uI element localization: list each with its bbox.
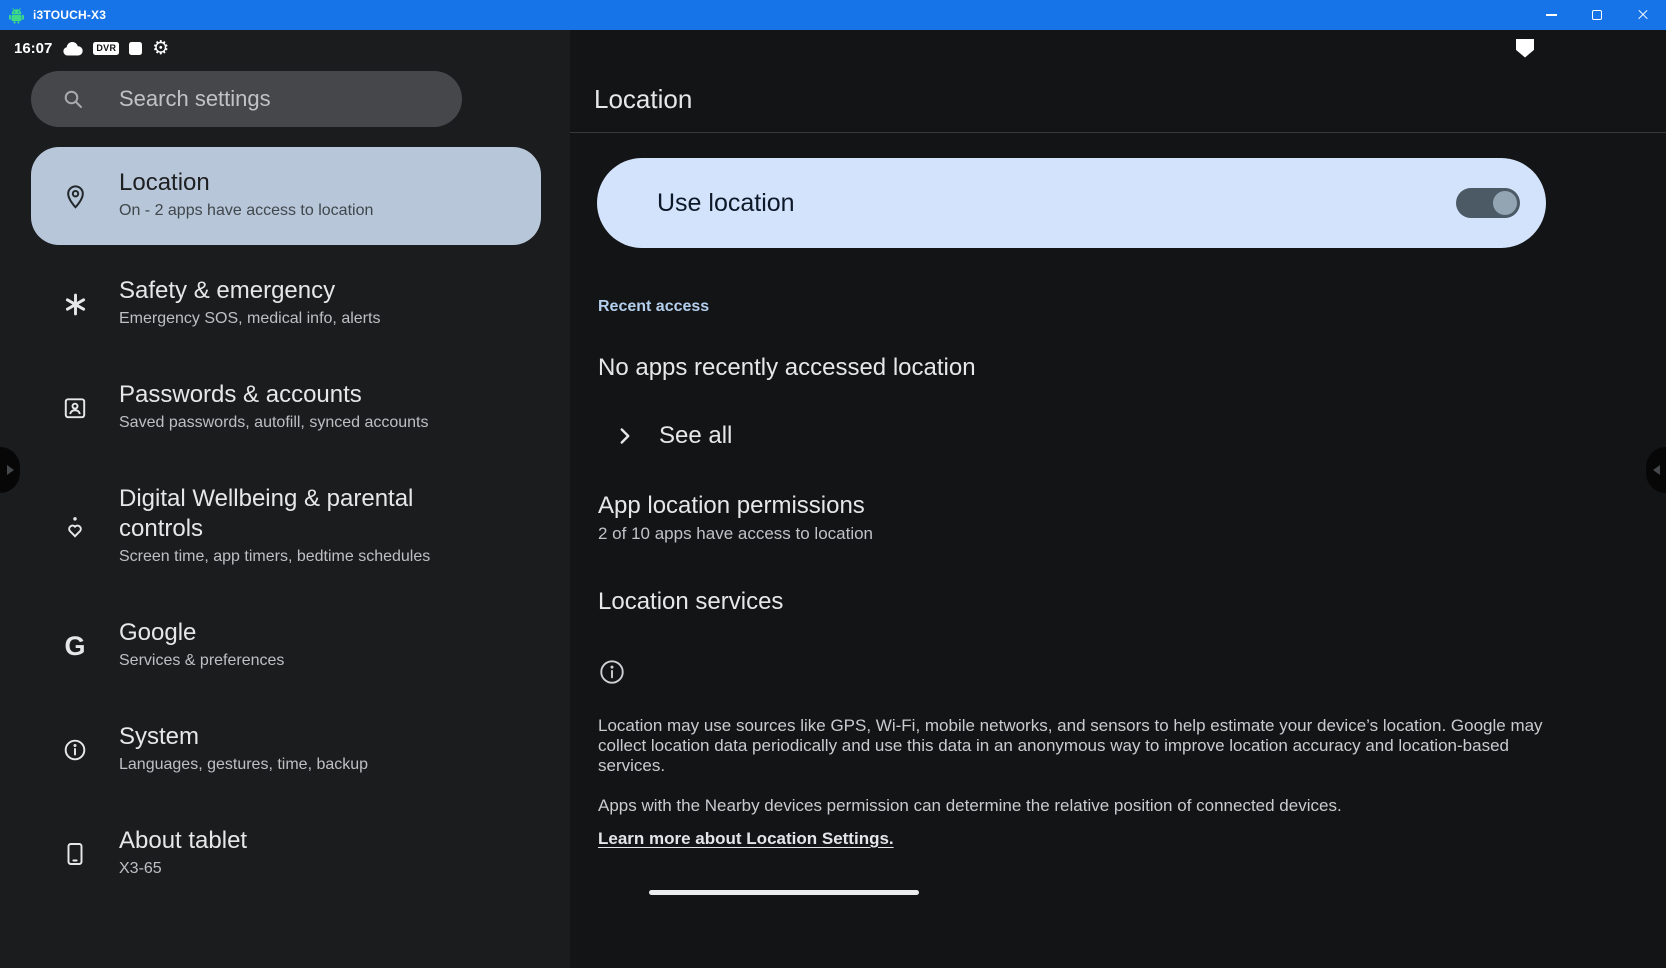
sidebar-item-label: Safety & emergency bbox=[119, 276, 380, 306]
gesture-navigation-bar[interactable] bbox=[649, 890, 919, 895]
window-close-button[interactable] bbox=[1620, 0, 1666, 30]
status-time: 16:07 bbox=[14, 40, 52, 57]
arrow-right-icon bbox=[7, 465, 14, 475]
search-input[interactable] bbox=[119, 86, 462, 112]
settings-sidebar: 16:07 DVR ⚙ bbox=[0, 30, 570, 968]
window-maximize-button[interactable] bbox=[1574, 0, 1620, 30]
system-info-circle-icon bbox=[60, 737, 90, 763]
learn-more-link[interactable]: Learn more about Location Settings. bbox=[598, 829, 894, 849]
sidebar-item-subtitle: Saved passwords, autofill, synced accoun… bbox=[119, 410, 429, 436]
location-settings-body: Recent access No apps recently accessed … bbox=[570, 248, 1666, 849]
tablet-icon bbox=[60, 841, 90, 867]
toggle-thumb bbox=[1493, 191, 1517, 215]
sidebar-item-label: About tablet bbox=[119, 826, 247, 856]
recent-access-section-label: Recent access bbox=[598, 298, 1666, 316]
window-title: i3TOUCH-X3 bbox=[33, 8, 106, 22]
window-titlebar: i3TOUCH-X3 bbox=[0, 0, 1666, 30]
cloud-icon bbox=[62, 41, 83, 56]
location-sources-note: Location may use sources like GPS, Wi-Fi… bbox=[598, 716, 1543, 776]
android-screen: 16:07 DVR ⚙ bbox=[0, 30, 1666, 968]
dvr-badge-icon: DVR bbox=[93, 42, 119, 55]
use-location-label: Use location bbox=[657, 189, 795, 218]
google-icon: G bbox=[60, 633, 90, 660]
recent-access-empty-text: No apps recently accessed location bbox=[598, 352, 1666, 384]
sidebar-item-location[interactable]: Location On - 2 apps have access to loca… bbox=[31, 147, 541, 245]
sidebar-item-label: Passwords & accounts bbox=[119, 380, 429, 410]
square-notification-icon bbox=[129, 42, 142, 55]
sidebar-item-label: Location bbox=[119, 168, 373, 198]
use-location-toggle[interactable] bbox=[1456, 188, 1520, 218]
sidebar-item-subtitle: Languages, gestures, time, backup bbox=[119, 752, 368, 778]
wellbeing-heart-icon bbox=[60, 514, 90, 540]
tag-overlay-icon[interactable] bbox=[1516, 39, 1534, 58]
arrow-left-icon bbox=[1653, 465, 1660, 475]
use-location-card[interactable]: Use location bbox=[597, 158, 1546, 248]
sidebar-item-subtitle: Screen time, app timers, bedtime schedul… bbox=[119, 544, 459, 570]
location-services-heading: Location services bbox=[598, 586, 1666, 618]
gear-icon: ⚙ bbox=[152, 39, 169, 58]
status-bar-right bbox=[570, 30, 1666, 66]
sidebar-item-subtitle: On - 2 apps have access to location bbox=[119, 198, 373, 224]
sidebar-item-about-tablet[interactable]: About tablet X3-65 bbox=[0, 802, 570, 906]
emergency-asterisk-icon bbox=[60, 292, 90, 317]
location-settings-panel: Location Use location Recent access No a… bbox=[570, 30, 1666, 968]
info-icon bbox=[598, 658, 626, 686]
sidebar-item-digital-wellbeing[interactable]: Digital Wellbeing & parental controls Sc… bbox=[0, 460, 570, 594]
sidebar-item-label: Google bbox=[119, 618, 284, 648]
app-location-permissions-subtitle: 2 of 10 apps have access to location bbox=[598, 522, 873, 546]
sidebar-item-subtitle: Emergency SOS, medical info, alerts bbox=[119, 306, 380, 332]
sidebar-item-label: System bbox=[119, 722, 368, 752]
sidebar-item-label: Digital Wellbeing & parental controls bbox=[119, 484, 459, 544]
page-title: Location bbox=[570, 66, 1666, 133]
window-minimize-button[interactable] bbox=[1528, 0, 1574, 30]
app-location-permissions-item[interactable]: App location permissions 2 of 10 apps ha… bbox=[598, 490, 873, 546]
minimize-icon bbox=[1546, 14, 1557, 16]
sidebar-item-subtitle: Services & preferences bbox=[119, 648, 284, 674]
search-bar[interactable] bbox=[31, 71, 462, 127]
app-window: i3TOUCH-X3 16:07 DVR ⚙ bbox=[0, 0, 1666, 968]
search-icon bbox=[61, 87, 85, 111]
contact-badge-icon bbox=[60, 395, 90, 421]
window-controls bbox=[1528, 0, 1666, 30]
sidebar-item-subtitle: X3-65 bbox=[119, 856, 247, 882]
sidebar-item-safety-emergency[interactable]: Safety & emergency Emergency SOS, medica… bbox=[0, 252, 570, 356]
android-logo-icon bbox=[8, 7, 25, 24]
see-all-label: See all bbox=[659, 422, 732, 450]
status-bar: 16:07 DVR ⚙ bbox=[0, 30, 570, 66]
sidebar-item-google[interactable]: G Google Services & preferences bbox=[0, 594, 570, 698]
see-all-button[interactable]: See all bbox=[612, 422, 732, 450]
close-icon bbox=[1637, 9, 1649, 21]
location-pin-icon bbox=[60, 183, 90, 210]
sidebar-item-passwords-accounts[interactable]: Passwords & accounts Saved passwords, au… bbox=[0, 356, 570, 460]
sidebar-item-system[interactable]: System Languages, gestures, time, backup bbox=[0, 698, 570, 802]
nearby-devices-note: Apps with the Nearby devices permission … bbox=[598, 796, 1543, 816]
chevron-right-icon bbox=[612, 423, 638, 449]
settings-nav: Location On - 2 apps have access to loca… bbox=[0, 127, 570, 906]
app-location-permissions-title: App location permissions bbox=[598, 490, 873, 522]
maximize-icon bbox=[1592, 10, 1602, 20]
